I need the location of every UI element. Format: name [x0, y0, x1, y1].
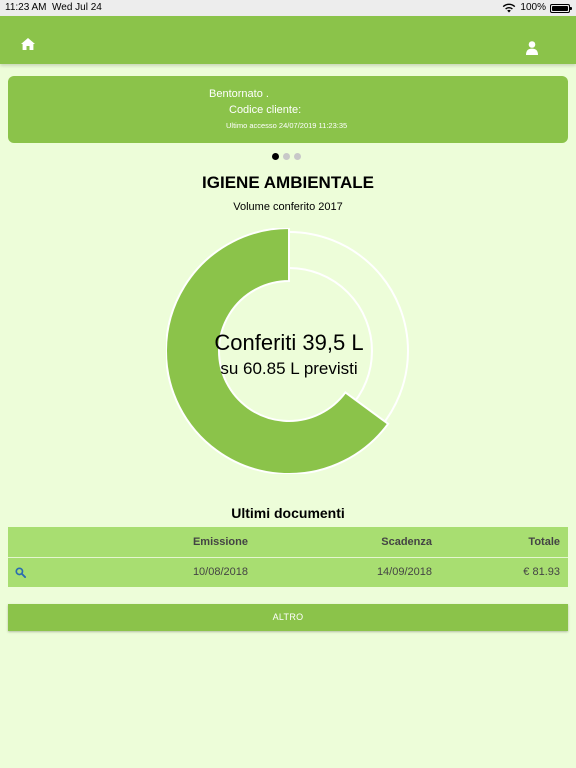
cell-scadenza: 14/09/2018	[376, 566, 432, 578]
status-date: Wed Jul 24	[52, 2, 102, 13]
table-row[interactable]: 10/08/2018 14/09/2018 € 81.93	[8, 557, 568, 587]
customer-code: Codice cliente:	[229, 104, 302, 116]
carousel-dot[interactable]	[283, 153, 290, 160]
cell-totale: € 81.93	[523, 566, 560, 578]
home-icon[interactable]	[20, 36, 36, 52]
column-header-scadenza: Scadenza	[381, 536, 432, 548]
battery-icon	[550, 3, 572, 13]
search-icon[interactable]	[15, 567, 26, 578]
carousel-dots	[272, 153, 301, 160]
documents-title: Ultimi documenti	[231, 505, 345, 521]
user-icon[interactable]	[524, 40, 540, 56]
section-title: IGIENE AMBIENTALE	[202, 173, 374, 192]
status-right: 100%	[502, 0, 572, 16]
app-header	[0, 16, 576, 64]
welcome-card: Bentornato . Codice cliente: Ultimo acce…	[8, 76, 568, 143]
wifi-icon	[503, 3, 516, 13]
status-time: 11:23 AM	[5, 2, 47, 13]
more-button[interactable]: ALTRO	[8, 604, 568, 631]
last-access: Ultimo accesso 24/07/2019 11:23:35	[226, 121, 348, 130]
donut-label-main: Conferiti 39,5 L	[214, 330, 364, 355]
cell-emissione: 10/08/2018	[192, 566, 248, 578]
carousel-dot[interactable]	[294, 153, 301, 160]
status-bar: 11:23 AM Wed Jul 24 100%	[0, 0, 576, 16]
table-header: Emissione Scadenza Totale	[8, 527, 568, 557]
column-header-emissione: Emissione	[192, 536, 248, 548]
donut-label-sub: su 60.85 L previsti	[220, 359, 358, 378]
section-subtitle: Volume conferito 2017	[233, 201, 343, 213]
documents-table: Emissione Scadenza Totale 10/08/2018 14/…	[8, 527, 568, 587]
welcome-greeting: Bentornato .	[209, 88, 269, 100]
battery-percent: 100%	[520, 2, 546, 13]
carousel-dot[interactable]	[272, 153, 279, 160]
column-header-totale: Totale	[528, 536, 560, 548]
